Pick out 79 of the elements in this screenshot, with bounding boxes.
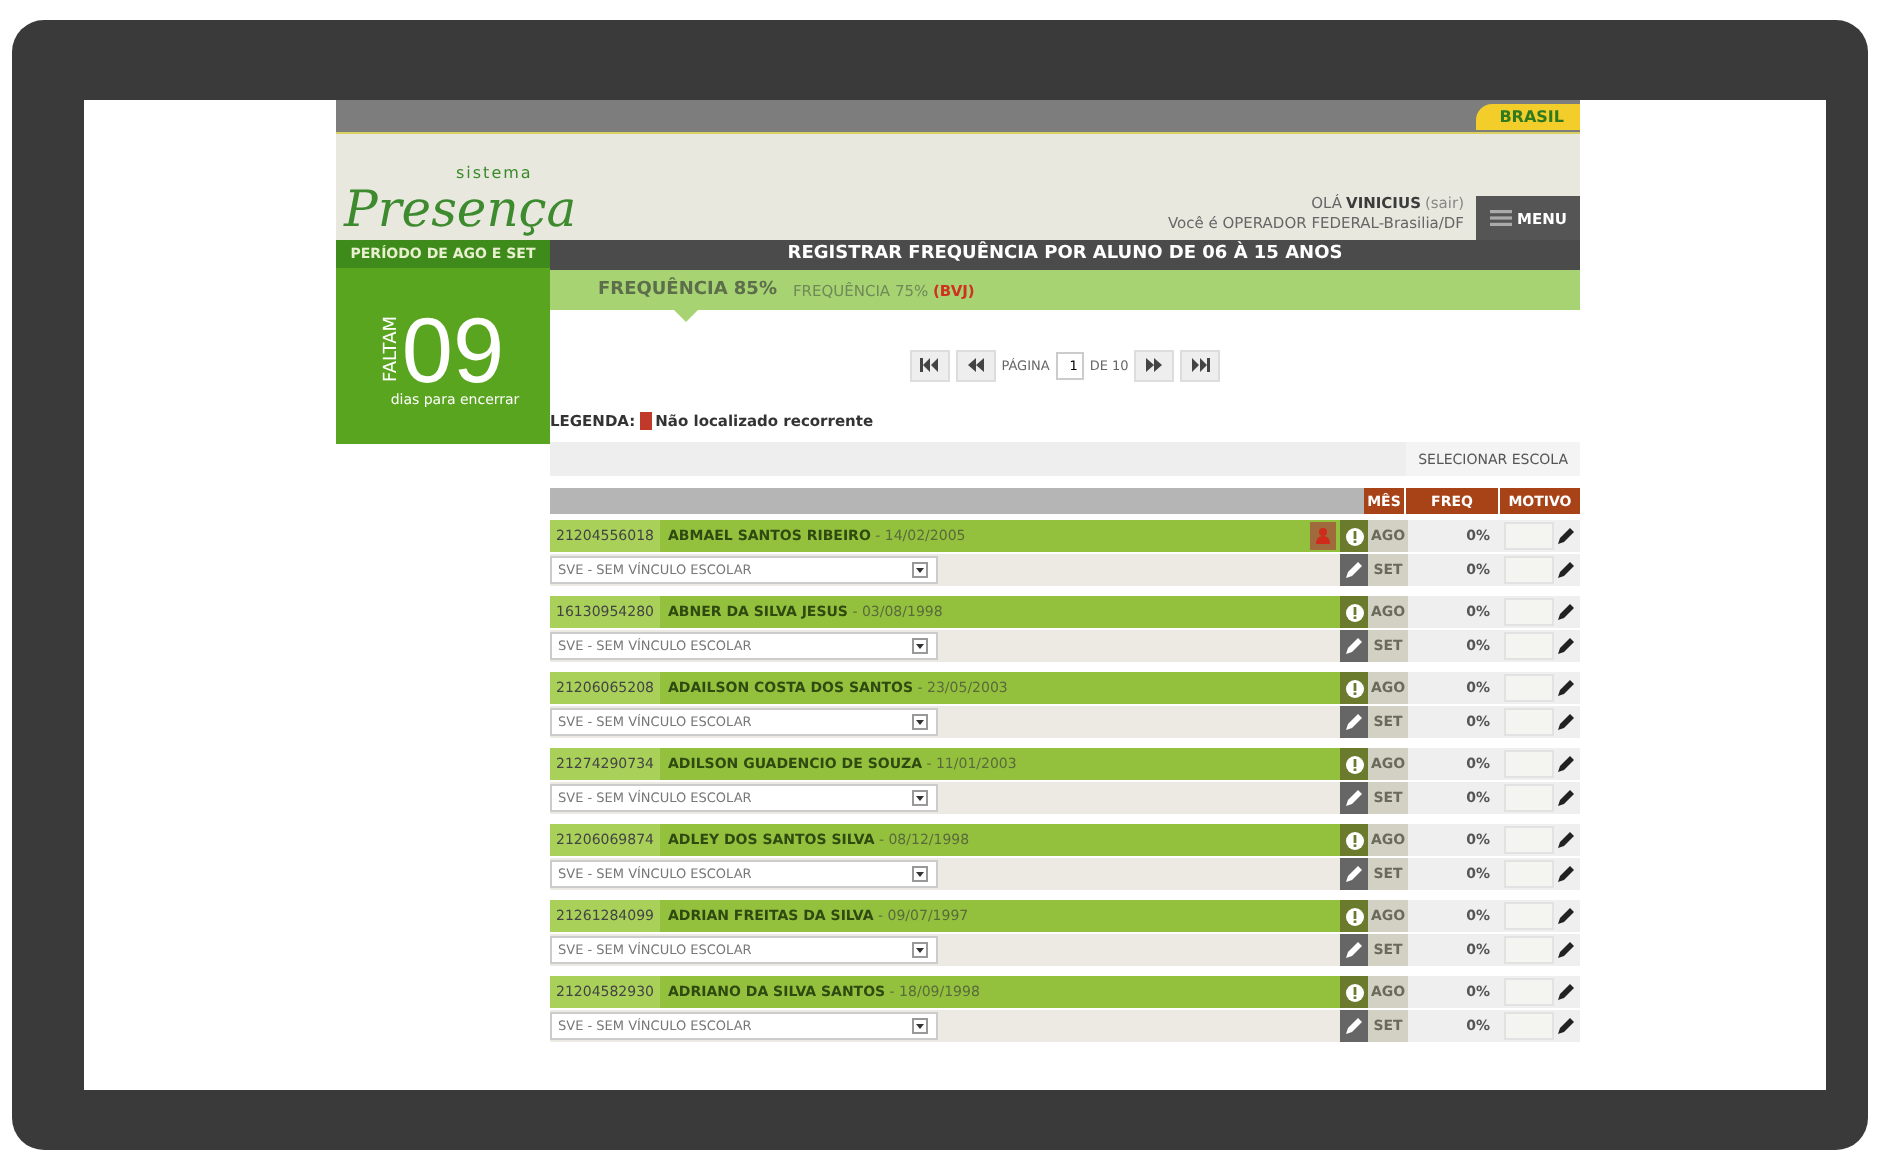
pencil-icon (1346, 714, 1362, 730)
logo-subtitle: sistema (456, 164, 533, 182)
dropdown-icon (912, 790, 928, 806)
reason-input[interactable] (1504, 784, 1554, 812)
pencil-icon[interactable] (1558, 528, 1574, 544)
first-page-button[interactable] (909, 349, 950, 381)
pencil-icon[interactable] (1558, 638, 1574, 654)
edit-button[interactable] (1340, 858, 1368, 890)
page-title: REGISTRAR FREQUÊNCIA POR ALUNO DE 06 À 15 ANOS (550, 240, 1580, 270)
countdown-label: FALTAM (381, 316, 402, 383)
reason-input[interactable] (1504, 902, 1554, 930)
reason-input[interactable] (1504, 708, 1554, 736)
edit-button[interactable] (1340, 1010, 1368, 1042)
dropdown-icon (912, 1018, 928, 1034)
reason-input[interactable] (1504, 750, 1554, 778)
fast-forward-icon (1146, 358, 1163, 372)
dropdown-icon (912, 562, 928, 578)
rewind-icon (967, 358, 984, 372)
logo-text: Presença (344, 182, 577, 238)
pencil-icon[interactable] (1558, 832, 1574, 848)
pencil-icon[interactable] (1558, 680, 1574, 696)
countdown-number: 09 (401, 304, 505, 396)
reason-input[interactable] (1504, 632, 1554, 660)
last-page-button[interactable] (1180, 349, 1221, 381)
pencil-icon (1346, 942, 1362, 958)
info-icon (1345, 679, 1363, 697)
first-page-icon (920, 358, 939, 372)
pencil-icon[interactable] (1558, 1018, 1574, 1034)
last-page-icon (1191, 358, 1210, 372)
pencil-icon (1346, 562, 1362, 578)
pencil-icon (1346, 1018, 1362, 1034)
edit-button[interactable] (1340, 782, 1368, 814)
menu-icon (1489, 210, 1512, 226)
info-icon (1345, 527, 1363, 545)
next-page-button[interactable] (1134, 349, 1175, 381)
reason-input[interactable] (1504, 936, 1554, 964)
tab[interactable]: FREQUÊNCIA 85% (598, 280, 777, 300)
pencil-icon (1346, 790, 1362, 806)
edit-button[interactable] (1340, 934, 1368, 966)
pencil-icon (1346, 866, 1362, 882)
reason-input[interactable] (1504, 978, 1554, 1006)
info-icon (1345, 755, 1363, 773)
info-icon (1345, 831, 1363, 849)
info-icon (1345, 907, 1363, 925)
info-button[interactable] (1340, 748, 1368, 780)
info-button[interactable] (1340, 976, 1368, 1008)
info-button[interactable] (1340, 520, 1368, 552)
pencil-icon[interactable] (1558, 562, 1574, 578)
pencil-icon[interactable] (1558, 908, 1574, 924)
dropdown-icon (912, 714, 928, 730)
info-icon (1345, 603, 1363, 621)
pencil-icon[interactable] (1558, 984, 1574, 1000)
info-icon (1345, 983, 1363, 1001)
reason-input[interactable] (1504, 522, 1554, 550)
edit-button[interactable] (1340, 706, 1368, 738)
pencil-icon (1346, 638, 1362, 654)
reason-input[interactable] (1504, 860, 1554, 888)
reason-input[interactable] (1504, 826, 1554, 854)
pencil-icon[interactable] (1558, 714, 1574, 730)
info-button[interactable] (1340, 596, 1368, 628)
dropdown-icon (912, 942, 928, 958)
dropdown-icon (912, 638, 928, 654)
edit-button[interactable] (1340, 630, 1368, 662)
reason-input[interactable] (1504, 1012, 1554, 1040)
pencil-icon[interactable] (1558, 790, 1574, 806)
pencil-icon[interactable] (1558, 756, 1574, 772)
brand-link[interactable]: BRASIL (1475, 103, 1580, 129)
pencil-icon[interactable] (1558, 866, 1574, 882)
info-button[interactable] (1340, 900, 1368, 932)
reason-input[interactable] (1504, 674, 1554, 702)
info-button[interactable] (1340, 824, 1368, 856)
edit-button[interactable] (1340, 554, 1368, 586)
dropdown-icon (912, 866, 928, 882)
info-button[interactable] (1340, 672, 1368, 704)
reason-input[interactable] (1504, 556, 1554, 584)
pencil-icon[interactable] (1558, 604, 1574, 620)
previous-page-button[interactable] (955, 349, 996, 381)
reason-input[interactable] (1504, 598, 1554, 626)
pencil-icon[interactable] (1558, 942, 1574, 958)
